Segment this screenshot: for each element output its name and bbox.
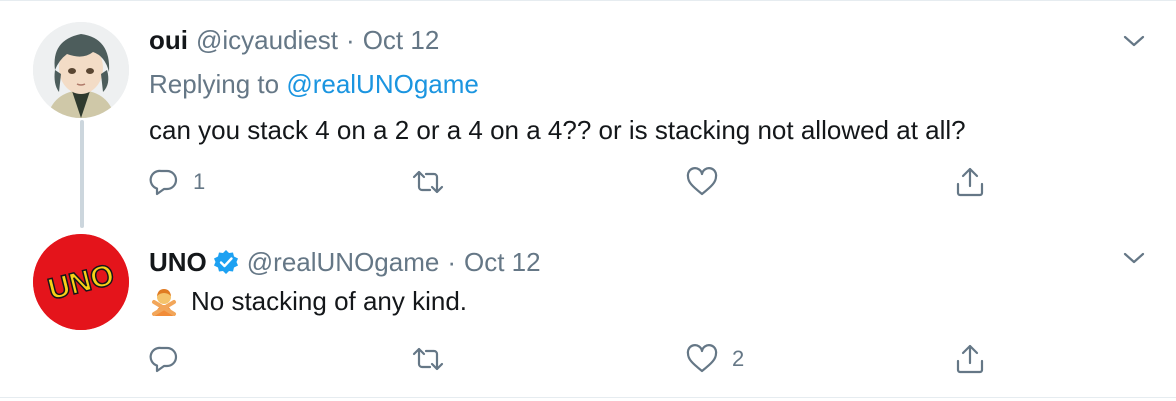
share-icon [956, 167, 984, 197]
reply-button[interactable]: 1 [149, 165, 205, 199]
uno-logo-icon: UNO [33, 234, 129, 330]
like-count: 2 [732, 346, 745, 371]
verified-badge-icon [213, 249, 239, 275]
replying-to-prefix: Replying to [149, 69, 280, 99]
tweet-text: can you stack 4 on a 2 or a 4 on a 4?? o… [149, 115, 966, 145]
reply-count: 1 [193, 169, 206, 194]
avatar[interactable] [33, 22, 129, 118]
tweet-header: UNO @realUNOgame · Oct 12 [149, 246, 541, 278]
author-name[interactable]: oui [149, 24, 188, 56]
share-button[interactable] [955, 342, 985, 376]
thread-line [80, 120, 84, 228]
separator-dot: · [447, 247, 457, 277]
person-gesturing-no-emoji-icon [152, 289, 176, 316]
tweet-actions: 1 [149, 165, 999, 199]
chevron-down-icon[interactable] [1120, 27, 1148, 55]
tweet-timestamp[interactable]: Oct 12 [464, 246, 541, 278]
replying-to-handle[interactable]: @realUNOgame [286, 69, 479, 99]
retweet-button[interactable] [411, 165, 459, 199]
share-button[interactable] [955, 165, 985, 199]
bottom-divider [0, 397, 1176, 398]
avatar[interactable]: UNO [33, 234, 129, 330]
tweet-text: No stacking of any kind. [191, 286, 468, 316]
tweet-reply[interactable]: UNO UNO @realUNOgame · Oct 12 No stackin… [0, 222, 1176, 397]
reply-icon [149, 169, 178, 196]
author-handle[interactable]: @realUNOgame [247, 246, 440, 278]
tweet-timestamp[interactable]: Oct 12 [363, 24, 440, 56]
retweet-icon [412, 347, 444, 371]
retweet-icon [412, 170, 444, 194]
heart-icon [686, 167, 718, 196]
retweet-button[interactable] [411, 342, 459, 376]
author-name[interactable]: UNO [149, 246, 207, 278]
anime-character-avatar-icon [33, 22, 129, 118]
tweet-original[interactable]: oui @icyaudiest · Oct 12 Replying to @re… [0, 0, 1176, 228]
chevron-down-icon[interactable] [1120, 244, 1148, 272]
reply-button[interactable] [149, 342, 193, 376]
heart-icon [686, 344, 718, 373]
replying-to: Replying to @realUNOgame [149, 68, 479, 100]
author-handle[interactable]: @icyaudiest [196, 24, 338, 56]
like-button[interactable] [686, 165, 732, 199]
tweet-actions: 2 [149, 342, 999, 376]
tweet-text-row: No stacking of any kind. [149, 284, 467, 318]
separator-dot: · [346, 25, 355, 55]
share-icon [956, 344, 984, 374]
tweet-header: oui @icyaudiest · Oct 12 [149, 24, 439, 56]
like-button[interactable]: 2 [686, 342, 744, 376]
reply-icon [149, 346, 178, 373]
